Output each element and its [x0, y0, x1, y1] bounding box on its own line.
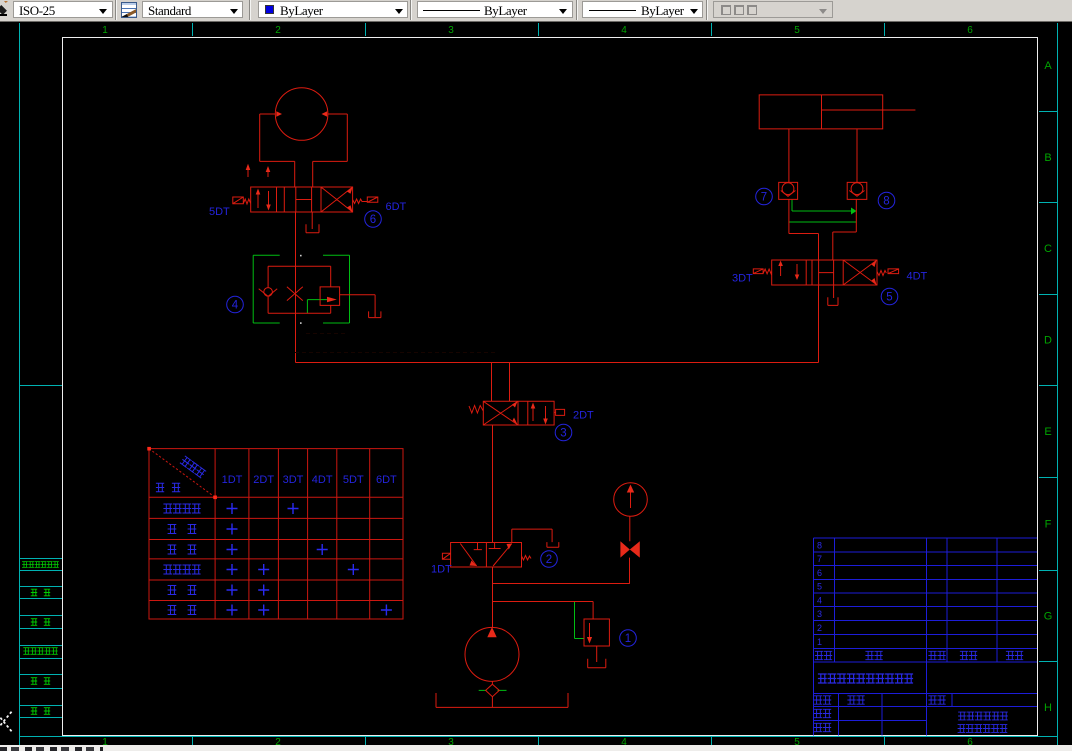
- svg-text:5DT: 5DT: [343, 474, 364, 486]
- svg-text:F: F: [1045, 519, 1052, 531]
- svg-text:4DT: 4DT: [312, 474, 333, 486]
- svg-text:1: 1: [102, 25, 108, 36]
- svg-text:6DT: 6DT: [376, 474, 397, 486]
- svg-text:1DT: 1DT: [431, 564, 452, 576]
- svg-text:1: 1: [817, 637, 822, 647]
- svg-text:8: 8: [883, 196, 889, 208]
- svg-text:H: H: [1044, 702, 1052, 714]
- svg-text:C: C: [1044, 243, 1052, 255]
- svg-text:7: 7: [817, 554, 822, 564]
- svg-text:2: 2: [275, 25, 281, 36]
- svg-text:5: 5: [886, 292, 892, 304]
- svg-text:B: B: [1044, 152, 1051, 164]
- svg-text:2: 2: [546, 554, 552, 566]
- svg-text:3: 3: [448, 25, 454, 36]
- svg-text:E: E: [1044, 426, 1051, 438]
- svg-text:2DT: 2DT: [573, 410, 594, 422]
- svg-text:3DT: 3DT: [283, 474, 304, 486]
- svg-text:7: 7: [761, 192, 767, 204]
- svg-text:5DT: 5DT: [209, 206, 230, 218]
- svg-text:4: 4: [817, 595, 822, 605]
- svg-text:4: 4: [621, 25, 627, 36]
- svg-text:6: 6: [967, 25, 973, 36]
- svg-text:3: 3: [560, 428, 566, 440]
- svg-text:A: A: [1044, 60, 1052, 72]
- svg-text:8: 8: [817, 541, 822, 551]
- svg-text:5: 5: [817, 582, 822, 592]
- svg-text:4DT: 4DT: [907, 271, 928, 283]
- svg-text:3DT: 3DT: [732, 273, 753, 285]
- svg-text:D: D: [1044, 335, 1052, 347]
- svg-text:2: 2: [817, 623, 822, 633]
- svg-text:6: 6: [817, 568, 822, 578]
- svg-text:5: 5: [794, 25, 800, 36]
- svg-text:1DT: 1DT: [222, 474, 243, 486]
- svg-text:2DT: 2DT: [253, 474, 274, 486]
- svg-text:6: 6: [370, 214, 376, 226]
- svg-text:6DT: 6DT: [386, 201, 407, 213]
- svg-text:G: G: [1044, 611, 1053, 623]
- svg-text:4: 4: [232, 300, 239, 312]
- svg-text:1: 1: [625, 633, 631, 645]
- svg-text:3: 3: [817, 609, 822, 619]
